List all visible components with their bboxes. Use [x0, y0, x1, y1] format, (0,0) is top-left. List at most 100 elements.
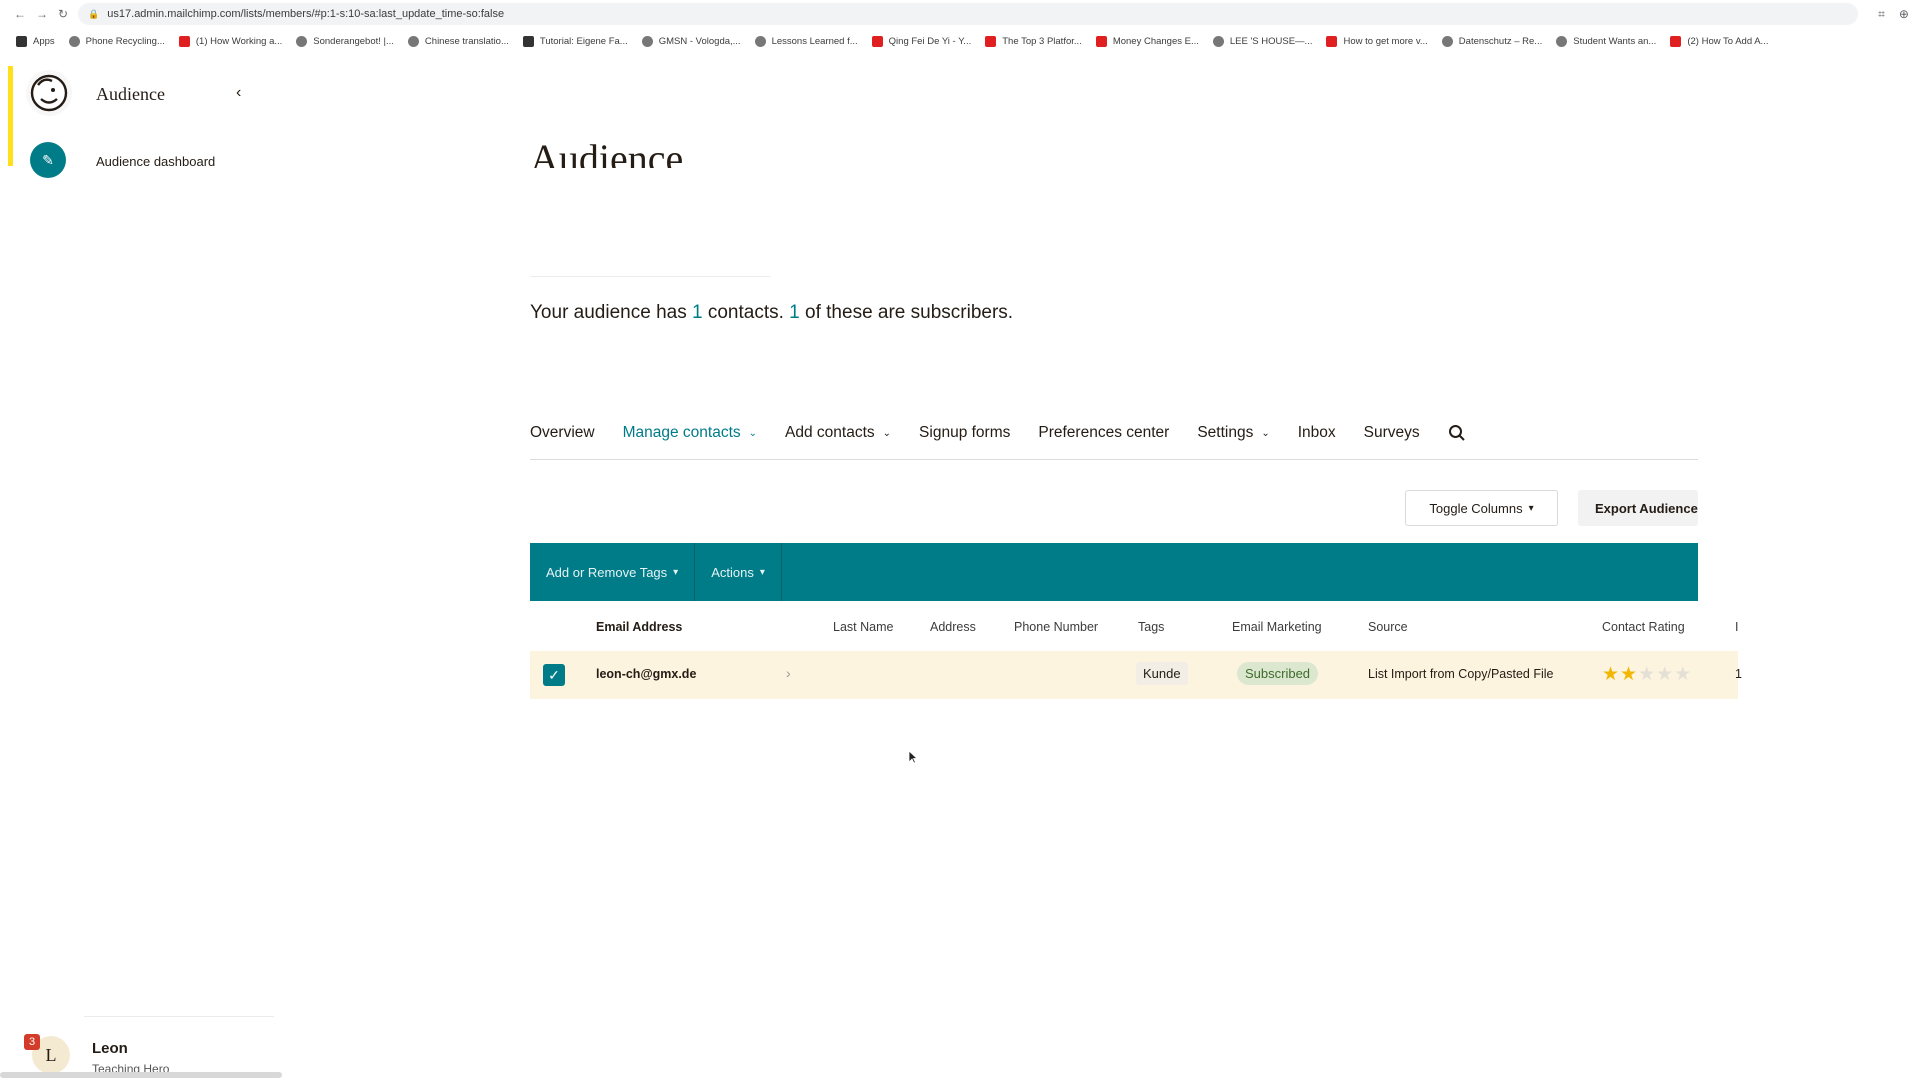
sidebar-item-audience-dashboard[interactable]: Audience dashboard	[96, 154, 215, 169]
tab-overview[interactable]: Overview	[530, 424, 595, 459]
column-address[interactable]: Address	[930, 620, 976, 634]
back-icon[interactable]: ←	[14, 7, 26, 21]
forward-icon[interactable]: →	[36, 7, 48, 21]
site-icon	[407, 35, 419, 47]
star-icon[interactable]: ★	[1674, 663, 1691, 686]
actions-button[interactable]: Actions ▾	[695, 543, 782, 601]
bookmark-item[interactable]: Sonderangebot! |...	[296, 35, 394, 47]
bookmark-item[interactable]: (1) How Working a...	[178, 35, 282, 47]
table-header: Email Address Last Name Address Phone Nu…	[530, 614, 1740, 642]
chevron-right-icon[interactable]: ›	[786, 665, 791, 681]
youtube-icon	[1326, 35, 1338, 47]
site-icon	[296, 35, 308, 47]
row-extra: 1	[1735, 667, 1742, 681]
freddie-icon	[30, 74, 68, 112]
tab-label: Surveys	[1363, 424, 1420, 441]
bookmark-item[interactable]: How to get more v...	[1326, 35, 1428, 47]
bookmark-label: Apps	[33, 35, 55, 47]
column-contact-rating[interactable]: Contact Rating	[1602, 620, 1685, 634]
site-icon	[754, 35, 766, 47]
export-audience-button[interactable]: Export Audience	[1578, 490, 1698, 526]
bookmark-item[interactable]: Lessons Learned f...	[754, 35, 858, 47]
bookmarks-bar: Apps Phone Recycling... (1) How Working a.…	[0, 30, 1920, 52]
star-icon[interactable]: ★	[1656, 663, 1673, 686]
user-name[interactable]: Leon	[92, 1040, 128, 1057]
search-icon	[68, 35, 80, 47]
bookmark-item[interactable]: Apps	[16, 35, 55, 47]
row-email[interactable]: leon-ch@gmx.de	[596, 667, 696, 681]
checkmark-icon: ✓	[548, 666, 560, 683]
row-checkbox[interactable]: ✓	[543, 664, 565, 686]
bookmark-label: Money Changes E...	[1112, 35, 1199, 47]
bookmark-item[interactable]: GMSN - Vologda,...	[641, 35, 741, 47]
table-row[interactable]: ✓ leon-ch@gmx.de › Kunde Subscribed List…	[530, 651, 1742, 699]
bookmark-item[interactable]: The Top 3 Platfor...	[985, 35, 1082, 47]
reload-icon[interactable]: ↻	[58, 7, 68, 21]
star-icon[interactable]: ★	[1638, 663, 1655, 686]
column-phone-number[interactable]: Phone Number	[1014, 620, 1098, 634]
bookmark-item[interactable]: Qing Fei De Yi - Y...	[871, 35, 972, 47]
bookmark-label: The Top 3 Platfor...	[1002, 35, 1082, 47]
notification-badge[interactable]: 3	[24, 1034, 40, 1050]
chevron-down-icon: ▾	[1528, 502, 1534, 514]
translate-icon[interactable]: ⌗	[1878, 7, 1885, 22]
star-icon[interactable]: ★	[1620, 663, 1637, 686]
search-icon[interactable]	[1448, 424, 1466, 442]
bookmark-item[interactable]: Student Wants an...	[1556, 35, 1656, 47]
bookmark-item[interactable]: Tutorial: Eigene Fa...	[522, 35, 628, 47]
toggle-columns-label: Toggle Columns	[1429, 500, 1523, 516]
contact-rating: ★ ★ ★ ★ ★	[1602, 663, 1691, 686]
tab-label: Preferences center	[1038, 424, 1170, 441]
chevron-down-icon: ⌄	[748, 428, 758, 439]
tab-surveys[interactable]: Surveys	[1364, 424, 1420, 459]
bookmark-label: How to get more v...	[1343, 35, 1428, 47]
youtube-icon	[871, 35, 883, 47]
star-icon[interactable]: ★	[1602, 663, 1619, 686]
tab-inbox[interactable]: Inbox	[1298, 424, 1336, 459]
collapse-sidebar-icon[interactable]: ‹	[236, 84, 241, 102]
bulk-action-bar: Add or Remove Tags ▾ Actions ▾	[530, 543, 1698, 601]
chevron-down-icon: ⌄	[882, 428, 892, 439]
bookmark-item[interactable]: Datenschutz – Re...	[1441, 35, 1542, 47]
tab-label: Signup forms	[919, 424, 1011, 441]
address-bar[interactable]: 🔒 us17.admin.mailchimp.com/lists/members…	[78, 3, 1859, 25]
mailchimp-logo[interactable]	[26, 70, 72, 116]
bookmark-label: Qing Fei De Yi - Y...	[888, 35, 972, 47]
sidebar-divider	[84, 1016, 274, 1017]
tag-chip[interactable]: Kunde	[1136, 662, 1188, 685]
tab-manage-contacts[interactable]: Manage contacts ⌄	[623, 424, 757, 459]
tab-add-contacts[interactable]: Add contacts ⌄	[785, 424, 891, 459]
bookmark-item[interactable]: (2) How To Add A...	[1670, 35, 1768, 47]
sidebar-title: Audience	[96, 84, 165, 104]
chevron-down-icon: ⌄	[1261, 428, 1270, 439]
column-tags[interactable]: Tags	[1138, 620, 1164, 634]
brand-accent-bar	[8, 66, 13, 166]
tab-signup-forms[interactable]: Signup forms	[919, 424, 1010, 459]
subscribers-count: 1	[789, 302, 800, 323]
zoom-icon[interactable]: ⊕	[1899, 7, 1909, 22]
bookmark-label: LEE 'S HOUSE—...	[1229, 35, 1313, 47]
tab-settings[interactable]: Settings ⌄	[1197, 424, 1269, 459]
mouse-cursor-icon	[908, 750, 918, 764]
bookmark-item[interactable]: Money Changes E...	[1095, 35, 1199, 47]
bookmark-item[interactable]: Chinese translatio...	[407, 35, 509, 47]
column-source[interactable]: Source	[1368, 620, 1408, 634]
youtube-icon	[985, 35, 997, 47]
column-email-address[interactable]: Email Address	[596, 620, 682, 634]
audience-summary: Your audience has 1 contacts. 1 of these…	[530, 302, 1013, 324]
pencil-icon[interactable]: ✎	[30, 142, 66, 178]
site-icon	[1212, 35, 1224, 47]
column-email-marketing[interactable]: Email Marketing	[1232, 620, 1322, 634]
tab-preferences-center[interactable]: Preferences center	[1038, 424, 1169, 459]
site-icon	[641, 35, 653, 47]
add-remove-tags-button[interactable]: Add or Remove Tags ▾	[530, 543, 696, 601]
column-last-name[interactable]: Last Name	[833, 620, 893, 634]
tab-label: Add contacts	[785, 424, 875, 441]
bookmark-item[interactable]: Phone Recycling...	[68, 35, 165, 47]
bookmark-item[interactable]: LEE 'S HOUSE—...	[1212, 35, 1313, 47]
toggle-columns-button[interactable]: Toggle Columns ▾	[1405, 490, 1558, 526]
horizontal-scrollbar[interactable]	[0, 1072, 282, 1078]
status-badge: Subscribed	[1237, 662, 1319, 685]
bookmark-label: GMSN - Vologda,...	[658, 35, 741, 47]
column-extra[interactable]: I	[1735, 620, 1738, 634]
